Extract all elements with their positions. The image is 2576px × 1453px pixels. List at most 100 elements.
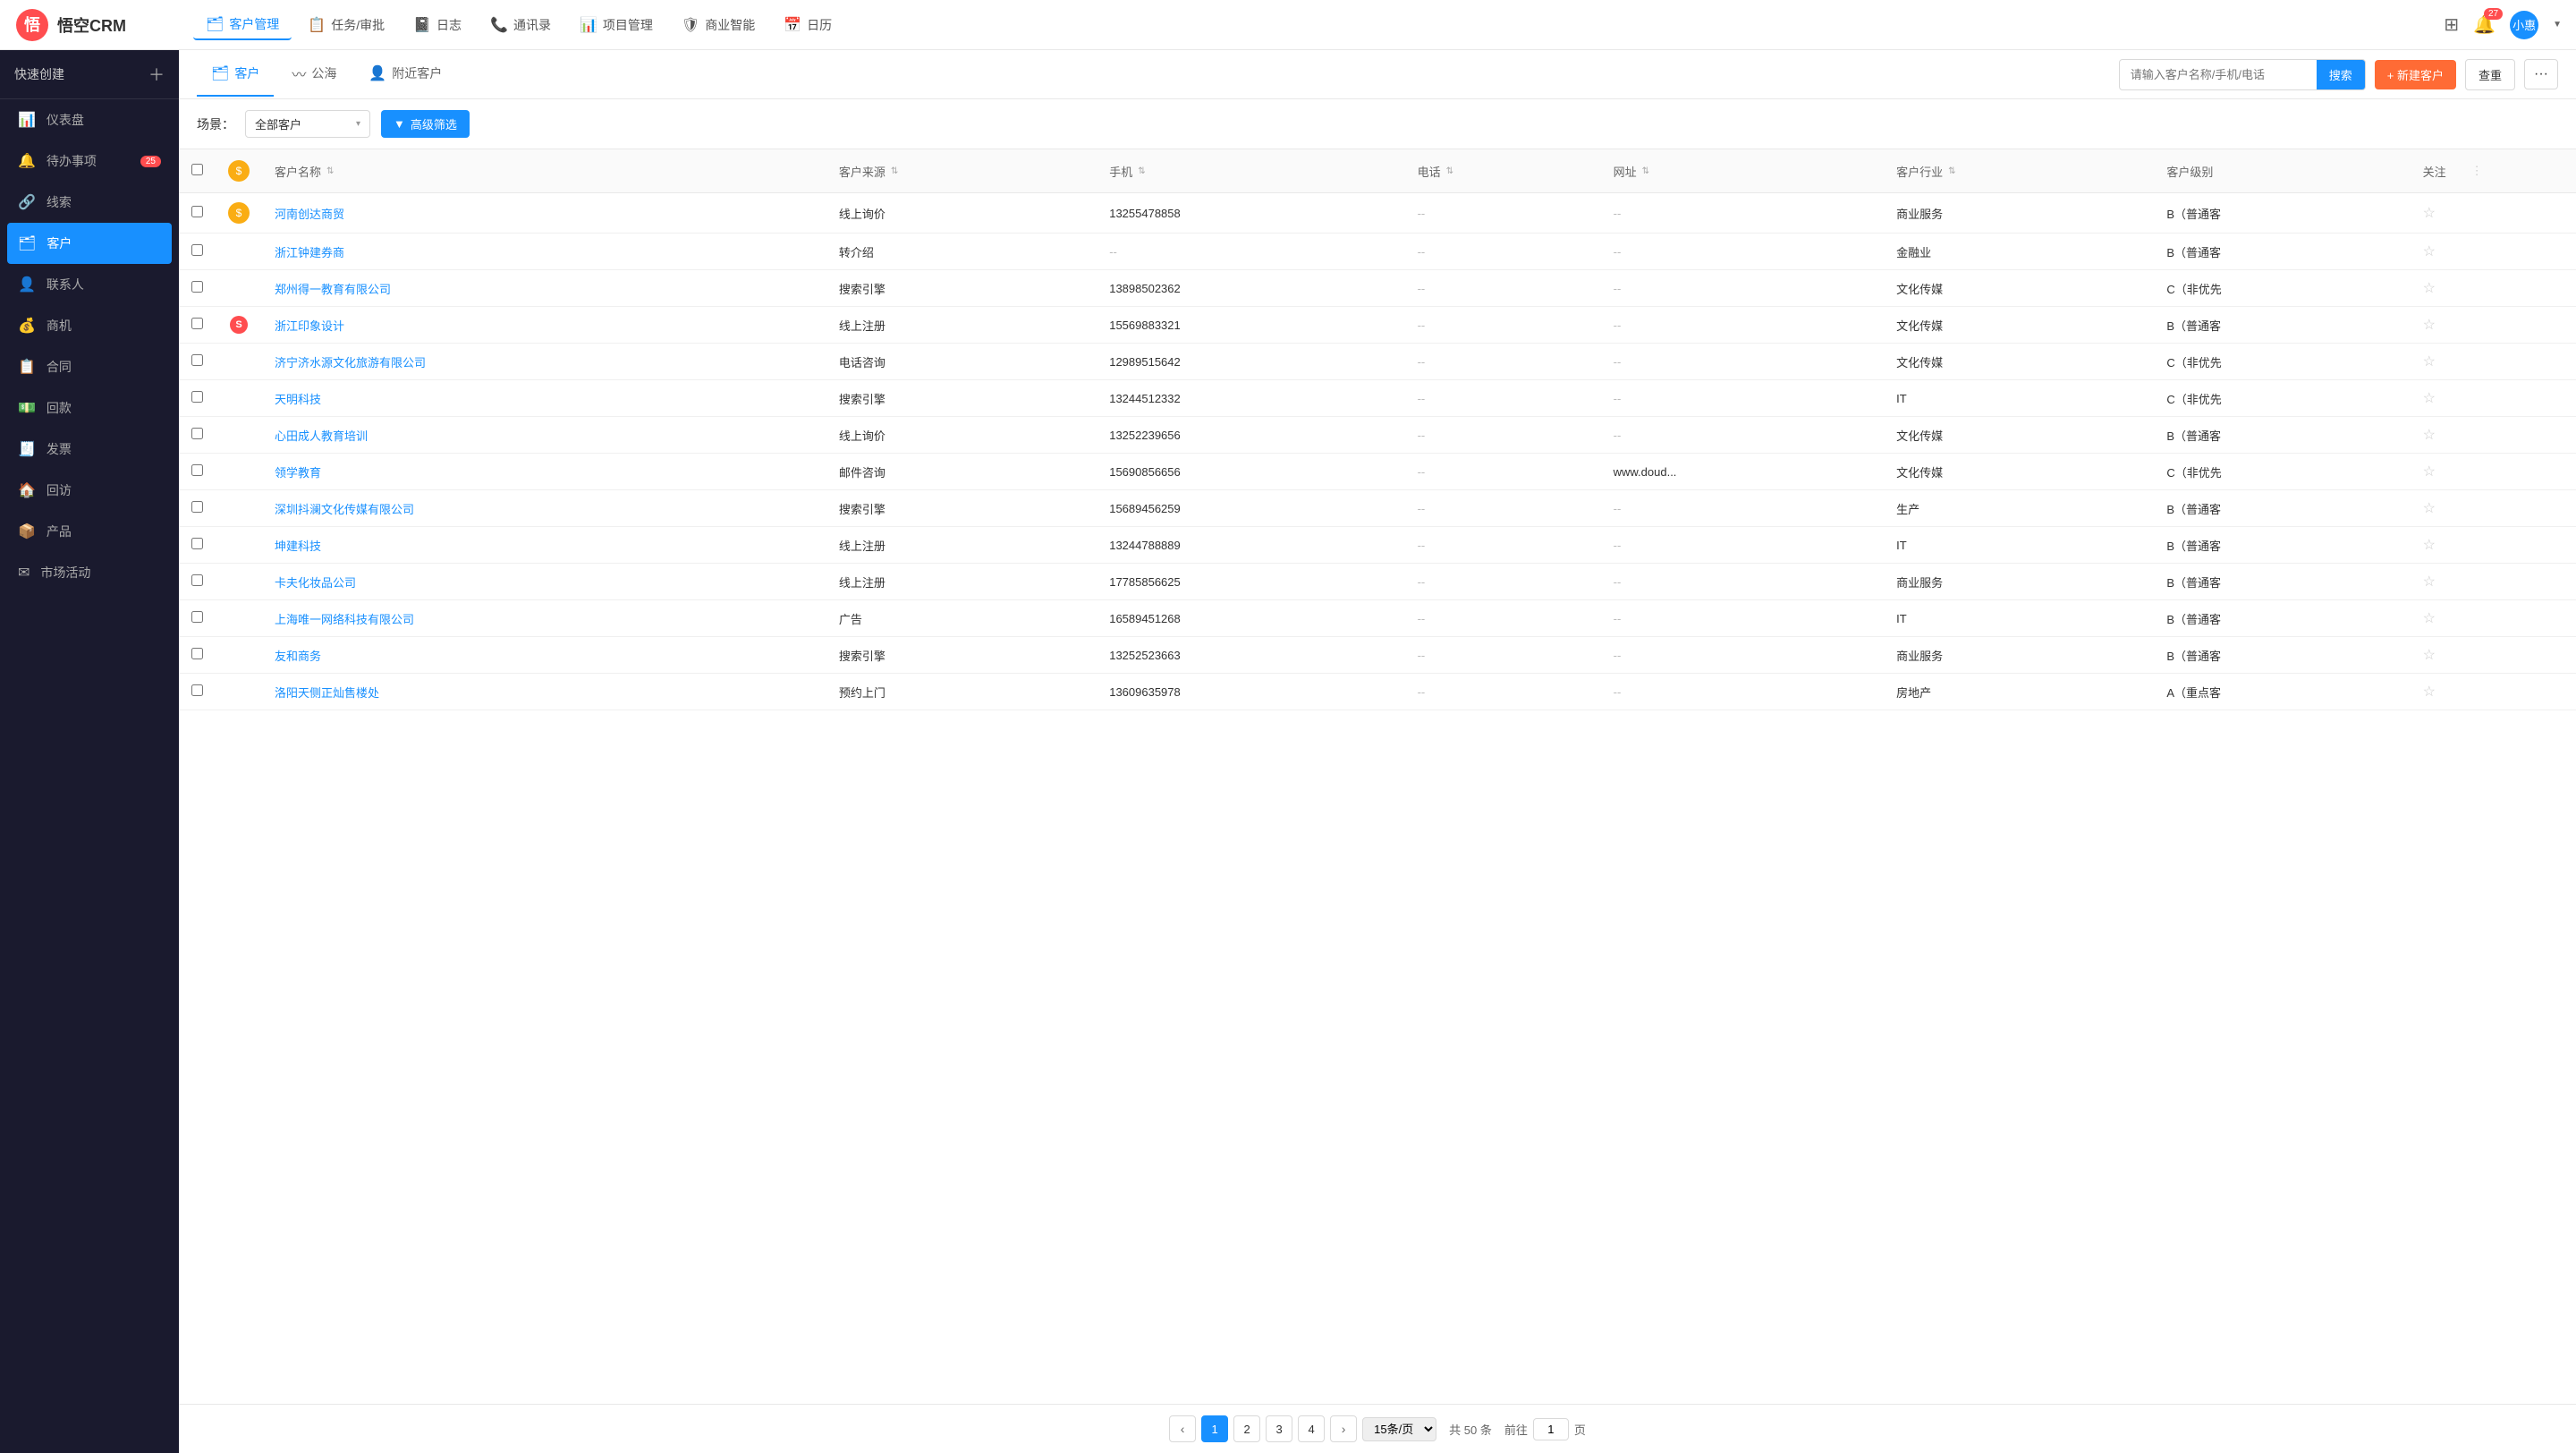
sidebar-item-invoices[interactable]: 🧾 发票 [0, 429, 179, 470]
page-jump-input[interactable] [1533, 1418, 1569, 1440]
quick-create-button[interactable]: 快速创建 ＋ [0, 50, 179, 99]
customer-name-link[interactable]: 上海唯一网络科技有限公司 [275, 613, 414, 626]
star-icon[interactable]: ☆ [2423, 648, 2436, 663]
notification-bell[interactable]: 🔔 27 [2473, 13, 2496, 36]
customer-name-link[interactable]: 浙江钟建券商 [275, 246, 344, 259]
sidebar-item-marketing[interactable]: ✉ 市场活动 [0, 552, 179, 593]
nav-item-projects[interactable]: 📊 项目管理 [567, 11, 665, 39]
star-icon[interactable]: ☆ [2423, 684, 2436, 700]
nav-item-bi[interactable]: 🛡 商业智能 [669, 11, 767, 39]
row-checkbox[interactable] [191, 354, 203, 366]
user-dropdown-caret[interactable]: ▼ [2553, 20, 2562, 30]
nav-item-contacts-book[interactable]: 📞 通讯录 [478, 11, 564, 39]
customer-name-link[interactable]: 洛阳天侧正灿售楼处 [275, 686, 379, 700]
sub-tab-customers[interactable]: 🗂 客户 [197, 52, 274, 97]
industry-value: 金融业 [1896, 246, 1931, 259]
row-checkbox[interactable] [191, 244, 203, 256]
star-icon[interactable]: ☆ [2423, 391, 2436, 406]
sidebar-item-todos[interactable]: 🔔 待办事项 25 [0, 140, 179, 182]
row-checkbox[interactable] [191, 574, 203, 586]
customer-name-link[interactable]: 济宁济水源文化旅游有限公司 [275, 356, 426, 370]
nav-item-customers[interactable]: 🗂 客户管理 [193, 10, 292, 40]
resize-handle-icon: ⋮ [2471, 164, 2483, 177]
search-button[interactable]: 搜索 [2317, 60, 2365, 89]
page-prev-button[interactable]: ‹ [1169, 1415, 1196, 1442]
page-btn-3[interactable]: 3 [1266, 1415, 1292, 1442]
customer-name-link[interactable]: 心田成人教育培训 [275, 429, 368, 443]
row-checkbox[interactable] [191, 391, 203, 403]
row-checkbox[interactable] [191, 648, 203, 659]
row-mobile-cell: 13898502362 [1097, 270, 1404, 307]
customer-name-link[interactable]: 河南创达商贸 [275, 208, 344, 221]
customer-name-link[interactable]: 领学教育 [275, 466, 321, 480]
customer-name-link[interactable]: 深圳抖澜文化传媒有限公司 [275, 503, 414, 516]
sub-tab-public-sea[interactable]: 〰 公海 [277, 50, 351, 98]
reset-button[interactable]: 查重 [2465, 59, 2515, 90]
th-industry[interactable]: 客户行业 ⇅ [1884, 149, 2154, 193]
page-size-select[interactable]: 15条/页 20条/页 50条/页 [1362, 1417, 1436, 1441]
industry-value: 生产 [1896, 503, 1919, 516]
star-icon[interactable]: ☆ [2423, 574, 2436, 590]
sidebar-item-products[interactable]: 📦 产品 [0, 511, 179, 552]
nav-item-tasks[interactable]: 📋 任务/审批 [295, 11, 397, 39]
level-value: B（普通客 [2166, 650, 2221, 663]
row-industry-cell: 文化传媒 [1884, 270, 2154, 307]
page-btn-1[interactable]: 1 [1201, 1415, 1228, 1442]
more-button[interactable]: ··· [2524, 59, 2558, 89]
star-icon[interactable]: ☆ [2423, 611, 2436, 626]
row-checkbox[interactable] [191, 611, 203, 623]
th-resize[interactable]: ⋮ [2459, 149, 2576, 193]
row-checkbox[interactable] [191, 464, 203, 476]
sidebar-item-payments[interactable]: 💵 回款 [0, 387, 179, 429]
user-avatar[interactable]: 小惠 [2510, 11, 2538, 39]
nav-item-calendar[interactable]: 📅 日历 [771, 11, 844, 39]
star-icon[interactable]: ☆ [2423, 244, 2436, 259]
customer-name-link[interactable]: 卡夫化妆品公司 [275, 576, 356, 590]
nav-item-journal[interactable]: 📓 日志 [401, 11, 474, 39]
sidebar-item-contracts[interactable]: 📋 合同 [0, 346, 179, 387]
filter-select[interactable]: 全部客户 ▾ [245, 110, 370, 138]
th-mobile[interactable]: 手机 ⇅ [1097, 149, 1404, 193]
sidebar-item-contacts[interactable]: 👤 联系人 [0, 264, 179, 305]
search-input[interactable] [2120, 63, 2317, 87]
customer-name-link[interactable]: 郑州得一教育有限公司 [275, 283, 391, 296]
page-btn-2[interactable]: 2 [1233, 1415, 1260, 1442]
row-checkbox[interactable] [191, 281, 203, 293]
customer-name-link[interactable]: 浙江印象设计 [275, 319, 344, 333]
row-checkbox[interactable] [191, 684, 203, 696]
new-customer-button[interactable]: + 新建客户 [2375, 60, 2456, 89]
th-phone[interactable]: 电话 ⇅ [1405, 149, 1601, 193]
sidebar-item-dashboard[interactable]: 📊 仪表盘 [0, 99, 179, 140]
star-icon[interactable]: ☆ [2423, 206, 2436, 221]
star-icon[interactable]: ☆ [2423, 501, 2436, 516]
row-checkbox[interactable] [191, 538, 203, 549]
star-icon[interactable]: ☆ [2423, 318, 2436, 333]
mobile-value: 13898502362 [1109, 282, 1181, 295]
row-source-cell: 搜索引擎 [826, 490, 1097, 527]
th-name[interactable]: 客户名称 ⇅ [262, 149, 826, 193]
star-icon[interactable]: ☆ [2423, 281, 2436, 296]
star-icon[interactable]: ☆ [2423, 428, 2436, 443]
sub-tab-nearby[interactable]: 👤 附近客户 [354, 52, 456, 97]
star-icon[interactable]: ☆ [2423, 538, 2436, 553]
row-checkbox[interactable] [191, 428, 203, 439]
th-source[interactable]: 客户来源 ⇅ [826, 149, 1097, 193]
row-checkbox[interactable] [191, 501, 203, 513]
page-next-button[interactable]: › [1330, 1415, 1357, 1442]
customer-name-link[interactable]: 坤建科技 [275, 540, 321, 553]
sidebar-item-business[interactable]: 💰 商机 [0, 305, 179, 346]
customer-name-link[interactable]: 友和商务 [275, 650, 321, 663]
th-website[interactable]: 网址 ⇅ [1601, 149, 1884, 193]
page-btn-4[interactable]: 4 [1298, 1415, 1325, 1442]
advanced-filter-button[interactable]: ▼ 高级筛选 [381, 110, 470, 138]
sidebar-item-customers[interactable]: 🗂 客户 [7, 223, 172, 264]
select-all-checkbox[interactable] [191, 164, 203, 175]
star-icon[interactable]: ☆ [2423, 464, 2436, 480]
sidebar-item-revisit[interactable]: 🏠 回访 [0, 470, 179, 511]
customer-name-link[interactable]: 天明科技 [275, 393, 321, 406]
grid-icon[interactable]: ⊞ [2444, 13, 2459, 36]
row-checkbox[interactable] [191, 206, 203, 217]
row-checkbox[interactable] [191, 318, 203, 329]
sidebar-item-leads[interactable]: 🔗 线索 [0, 182, 179, 223]
star-icon[interactable]: ☆ [2423, 354, 2436, 370]
